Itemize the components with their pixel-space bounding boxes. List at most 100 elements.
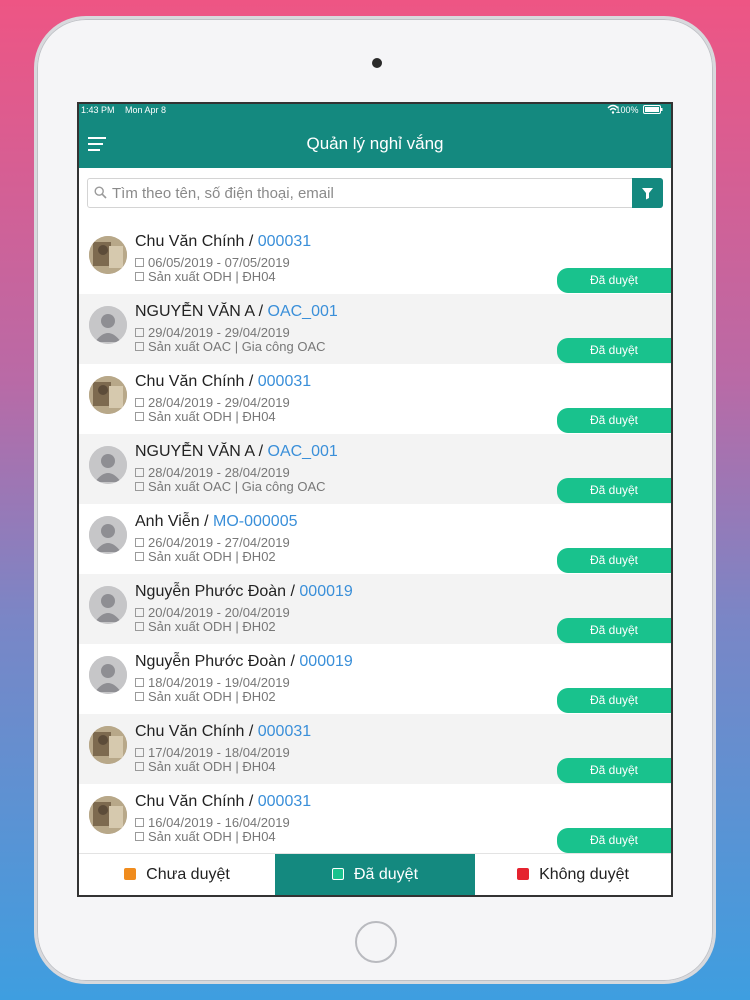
leave-list-item[interactable]: Chu Văn Chính / 000031 17/04/2019 - 18/04… [79, 714, 671, 784]
leave-dates-line: 06/05/2019 - 07/05/2019 [135, 255, 290, 270]
tab-approved-label: Đã duyệt [353, 866, 419, 883]
rejected-icon [517, 868, 530, 880]
leave-dates-line: 26/04/2019 - 27/04/2019 [135, 535, 290, 550]
building-icon [135, 482, 144, 491]
page-title: Quản lý nghỉ vắng [306, 134, 444, 153]
department: Sản xuất ODH | ĐH04 [148, 409, 276, 424]
building-icon [135, 692, 144, 701]
filter-icon [642, 188, 653, 200]
calendar-icon [135, 748, 144, 757]
department-line: Sản xuất ODH | ĐH04 [135, 759, 276, 774]
leave-dates-line: 28/04/2019 - 29/04/2019 [135, 395, 290, 410]
building-icon [135, 762, 144, 771]
tab-pending[interactable]: Chưa duyệt [79, 854, 275, 895]
department-line: Sản xuất ODH | ĐH02 [135, 549, 276, 564]
department-line: Sản xuất ODH | ĐH04 [135, 829, 276, 844]
department: Sản xuất ODH | ĐH02 [148, 549, 276, 564]
employee-name: NGUYỄN VĂN A [135, 303, 255, 320]
calendar-icon [135, 678, 144, 687]
department: Sản xuất ODH | ĐH04 [148, 759, 276, 774]
calendar-icon [135, 538, 144, 547]
employee-code: OAC_001 [267, 303, 338, 320]
status-badge: Đã duyệt [557, 338, 671, 363]
status-badge: Đã duyệt [557, 268, 671, 293]
employee-name-line: Chu Văn Chính / 000031 [135, 373, 312, 390]
employee-name: Anh Viễn [135, 513, 200, 530]
calendar-icon [135, 468, 144, 477]
employee-name-line: Chu Văn Chính / 000031 [135, 233, 312, 250]
camera-dot [372, 58, 382, 68]
leave-dates-line: 18/04/2019 - 19/04/2019 [135, 675, 290, 690]
leave-list-item[interactable]: Nguyễn Phước Đoàn / 000019 18/04/2019 - 1… [79, 644, 671, 714]
department-line: Sản xuất ODH | ĐH04 [135, 409, 276, 424]
avatar [89, 586, 127, 624]
leave-dates-line: 29/04/2019 - 29/04/2019 [135, 325, 290, 340]
leave-dates: 29/04/2019 - 29/04/2019 [148, 325, 290, 340]
calendar-icon [135, 398, 144, 407]
leave-list-item[interactable]: Chu Văn Chính / 000031 06/05/2019 - 07/05… [79, 224, 671, 294]
employee-name-line: Chu Văn Chính / 000031 [135, 793, 312, 810]
filter-button[interactable] [632, 178, 663, 208]
employee-name-line: Nguyễn Phước Đoàn / 000019 [135, 653, 353, 670]
department: Sản xuất ODH | ĐH02 [148, 619, 276, 634]
tab-rejected[interactable]: Không duyệt [475, 854, 671, 895]
status-date: Mon Apr 8 [125, 105, 167, 115]
home-button[interactable] [355, 921, 397, 963]
employee-name-line: Nguyễn Phước Đoàn / 000019 [135, 583, 353, 600]
calendar-icon [135, 608, 144, 617]
building-icon [135, 832, 144, 841]
status-tab-bar: Chưa duyệt Đã duyệt Không duyệt [79, 853, 671, 895]
employee-code: 000031 [257, 793, 312, 810]
department-line: Sản xuất ODH | ĐH04 [135, 269, 276, 284]
calendar-icon [135, 258, 144, 267]
calendar-icon [135, 818, 144, 827]
tab-pending-label: Chưa duyệt [146, 866, 230, 883]
leave-list-item[interactable]: NGUYỄN VĂN A / OAC_001 29/04/2019 - 29/04… [79, 294, 671, 364]
battery-indicator: 100% [615, 105, 663, 115]
status-badge: Đã duyệt [557, 478, 671, 503]
leave-dates-line: 20/04/2019 - 20/04/2019 [135, 605, 290, 620]
employee-name-line: NGUYỄN VĂN A / OAC_001 [135, 303, 338, 320]
employee-name-line: Anh Viễn / MO-000005 [135, 513, 298, 530]
leave-dates: 18/04/2019 - 19/04/2019 [148, 675, 290, 690]
tab-rejected-label: Không duyệt [539, 866, 629, 883]
tab-approved[interactable]: Đã duyệt [275, 854, 475, 895]
leave-list-item[interactable]: Chu Văn Chính / 000031 28/04/2019 - 29/04… [79, 364, 671, 434]
leave-list-item[interactable]: Nguyễn Phước Đoàn / 000019 20/04/2019 - 2… [79, 574, 671, 644]
employee-code: OAC_001 [267, 443, 338, 460]
search-box [87, 178, 663, 208]
leave-list-item[interactable]: NGUYỄN VĂN A / OAC_001 28/04/2019 - 28/04… [79, 434, 671, 504]
leave-list-item[interactable]: Anh Viễn / MO-000005 26/04/2019 - 27/04/2… [79, 504, 671, 574]
avatar [89, 376, 127, 414]
department: Sản xuất OAC | Gia công OAC [148, 339, 326, 354]
employee-name-line: NGUYỄN VĂN A / OAC_001 [135, 443, 338, 460]
app-screen: 1:43 PM Mon Apr 8 100% Quản lý nghỉ vắng… [77, 102, 673, 897]
leave-list-item[interactable]: Chu Văn Chính / 000031 16/04/2019 - 16/04… [79, 784, 671, 854]
status-badge: Đã duyệt [557, 618, 671, 643]
search-input[interactable] [112, 179, 622, 207]
department-line: Sản xuất OAC | Gia công OAC [135, 479, 326, 494]
status-badge: Đã duyệt [557, 758, 671, 783]
employee-name: Chu Văn Chính [135, 233, 245, 250]
building-icon [135, 622, 144, 631]
building-icon [135, 412, 144, 421]
calendar-icon [135, 328, 144, 337]
leave-dates-line: 16/04/2019 - 16/04/2019 [135, 815, 290, 830]
search-icon [94, 186, 107, 199]
leave-dates: 16/04/2019 - 16/04/2019 [148, 815, 290, 830]
department-line: Sản xuất ODH | ĐH02 [135, 619, 276, 634]
department: Sản xuất OAC | Gia công OAC [148, 479, 326, 494]
leave-dates: 20/04/2019 - 20/04/2019 [148, 605, 290, 620]
leave-dates-line: 28/04/2019 - 28/04/2019 [135, 465, 290, 480]
employee-name: NGUYỄN VĂN A [135, 443, 255, 460]
department-line: Sản xuất ODH | ĐH02 [135, 689, 276, 704]
avatar [89, 656, 127, 694]
building-icon [135, 552, 144, 561]
battery-percent: 100% [615, 105, 639, 115]
department: Sản xuất ODH | ĐH04 [148, 829, 276, 844]
status-bar: 1:43 PM Mon Apr 8 100% [79, 104, 671, 120]
employee-code: MO-000005 [213, 513, 298, 530]
employee-name-line: Chu Văn Chính / 000031 [135, 723, 312, 740]
building-icon [135, 342, 144, 351]
leave-dates-line: 17/04/2019 - 18/04/2019 [135, 745, 290, 760]
